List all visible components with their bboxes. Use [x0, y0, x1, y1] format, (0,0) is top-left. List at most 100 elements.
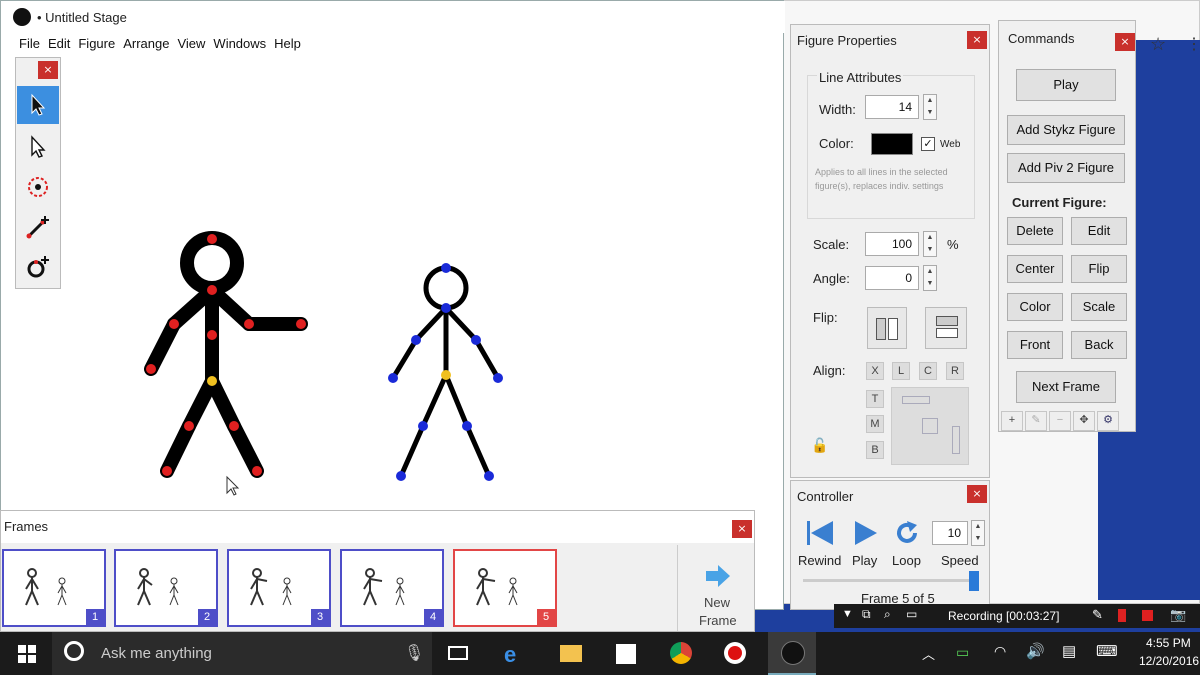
frame-thumbnail-1[interactable]: 1	[2, 549, 106, 627]
task-view-icon[interactable]	[448, 646, 468, 660]
menu-view[interactable]: View	[173, 33, 209, 55]
align-bottom-button[interactable]: B	[866, 441, 884, 459]
rewind-label[interactable]: Rewind	[798, 553, 841, 568]
flip-button[interactable]: Flip	[1071, 255, 1127, 283]
rewind-icon[interactable]	[805, 519, 835, 547]
new-frame-button[interactable]: New Frame	[677, 545, 756, 631]
menu-figure[interactable]: Figure	[74, 33, 119, 55]
scale-input[interactable]: 100	[865, 232, 919, 256]
play-icon[interactable]	[853, 519, 879, 547]
pivot-app-icon[interactable]	[768, 632, 816, 675]
stick-figure-small[interactable]	[388, 263, 503, 481]
flip-horizontal-button[interactable]	[867, 307, 907, 349]
speed-input[interactable]: 10	[932, 521, 968, 545]
align-top-button[interactable]: T	[866, 390, 884, 408]
center-button[interactable]: Center	[1007, 255, 1063, 283]
camera-icon[interactable]: 📷	[1170, 607, 1186, 623]
notification-icon[interactable]: ▤	[1062, 642, 1076, 660]
close-figure-properties-button[interactable]: ×	[967, 31, 987, 49]
add-line-tool-icon[interactable]	[17, 208, 59, 246]
flip-vertical-button[interactable]	[925, 307, 967, 349]
add-stykz-figure-button[interactable]: Add Stykz Figure	[1007, 115, 1125, 145]
recorder-app-icon[interactable]	[724, 642, 746, 664]
cortana-icon[interactable]	[64, 641, 84, 661]
chrome-icon[interactable]	[670, 642, 692, 664]
edge-icon[interactable]: e	[504, 642, 516, 668]
menu-file[interactable]: File	[15, 33, 44, 55]
frame-slider-track[interactable]	[803, 579, 975, 582]
pivot-tool-icon[interactable]	[17, 168, 59, 206]
width-input[interactable]: 14	[865, 95, 919, 119]
volume-icon[interactable]: 🔊	[1026, 642, 1045, 660]
rectangle-icon[interactable]: ▭	[906, 607, 917, 621]
menu-help[interactable]: Help	[270, 33, 305, 55]
align-right-button[interactable]: R	[946, 362, 964, 380]
zoom-icon[interactable]: ⌕	[884, 607, 891, 622]
microphone-icon[interactable]: 🎙	[404, 643, 424, 663]
menu-edit[interactable]: Edit	[44, 33, 74, 55]
web-checkbox[interactable]: ✓	[921, 137, 935, 151]
keyboard-icon[interactable]: ⌨	[1096, 642, 1118, 660]
select-tool-icon[interactable]	[17, 86, 59, 124]
chevron-up-icon[interactable]: ︿	[922, 644, 935, 663]
frame-thumbnail-5[interactable]: 5	[453, 549, 557, 627]
lock-icon[interactable]: 🔓	[811, 437, 828, 453]
align-middle-button[interactable]: M	[866, 415, 884, 433]
align-left-button[interactable]: L	[892, 362, 910, 380]
add-circle-tool-icon[interactable]	[17, 248, 59, 286]
window-icon[interactable]: ⧉	[862, 607, 871, 622]
add-piv2-figure-button[interactable]: Add Piv 2 Figure	[1007, 153, 1125, 183]
edit-button[interactable]: Edit	[1071, 217, 1127, 245]
color-button[interactable]: Color	[1007, 293, 1063, 321]
menu-arrange[interactable]: Arrange	[119, 33, 173, 55]
clock-date[interactable]: 12/20/2016	[1139, 654, 1199, 668]
pencil-icon[interactable]: ✎	[1025, 411, 1047, 431]
battery-icon[interactable]: ▭	[956, 644, 969, 661]
angle-input[interactable]: 0	[865, 266, 919, 290]
close-frames-button[interactable]: ×	[732, 520, 752, 538]
delete-button[interactable]: Delete	[1007, 217, 1063, 245]
frame-thumbnail-4[interactable]: 4	[340, 549, 444, 627]
wifi-icon[interactable]: ◠	[994, 643, 1006, 660]
add-icon[interactable]: +	[1001, 411, 1023, 431]
back-button[interactable]: Back	[1071, 331, 1127, 359]
frame-thumbnail-2[interactable]: 2	[114, 549, 218, 627]
stop-icon[interactable]	[1142, 610, 1153, 621]
windows-start-icon[interactable]	[18, 645, 36, 663]
dropdown-icon[interactable]: ▼	[842, 608, 853, 620]
width-spinner[interactable]: ▲ ▼	[923, 94, 937, 120]
align-center-button[interactable]: C	[919, 362, 937, 380]
scale-spinner[interactable]: ▲ ▼	[923, 231, 937, 257]
stage-canvas[interactable]	[61, 57, 783, 507]
align-x-button[interactable]: X	[866, 362, 884, 380]
file-explorer-icon[interactable]	[560, 645, 582, 662]
frame-slider-thumb[interactable]	[969, 571, 979, 591]
pause-icon[interactable]	[1118, 609, 1126, 622]
frame-thumbnail-3[interactable]: 3	[227, 549, 331, 627]
scale-button[interactable]: Scale	[1071, 293, 1127, 321]
pen-icon[interactable]: ✎	[1092, 607, 1103, 623]
browser-star-icon[interactable]: ☆	[1150, 34, 1166, 55]
clock-time[interactable]: 4:55 PM	[1146, 636, 1191, 650]
browser-menu-icon[interactable]: ⋮	[1186, 34, 1200, 54]
color-swatch[interactable]	[871, 133, 913, 155]
store-icon[interactable]	[616, 644, 636, 664]
speed-spinner[interactable]: ▲ ▼	[971, 520, 985, 546]
gear-icon[interactable]: ⚙	[1097, 411, 1119, 431]
menu-windows[interactable]: Windows	[209, 33, 270, 55]
close-controller-button[interactable]: ×	[967, 485, 987, 503]
minus-icon[interactable]: −	[1049, 411, 1071, 431]
direct-select-tool-icon[interactable]	[17, 128, 59, 166]
search-placeholder[interactable]: Ask me anything	[101, 645, 212, 662]
angle-spinner[interactable]: ▲ ▼	[923, 265, 937, 291]
loop-icon[interactable]	[893, 519, 921, 547]
next-frame-button[interactable]: Next Frame	[1016, 371, 1116, 403]
play-label[interactable]: Play	[852, 553, 877, 568]
close-tools-button[interactable]: ×	[38, 61, 58, 79]
loop-label[interactable]: Loop	[892, 553, 921, 568]
close-commands-button[interactable]: ×	[1115, 33, 1135, 51]
play-button[interactable]: Play	[1016, 69, 1116, 101]
front-button[interactable]: Front	[1007, 331, 1063, 359]
move-icon[interactable]: ✥	[1073, 411, 1095, 431]
stick-figure-large[interactable]	[144, 231, 308, 478]
